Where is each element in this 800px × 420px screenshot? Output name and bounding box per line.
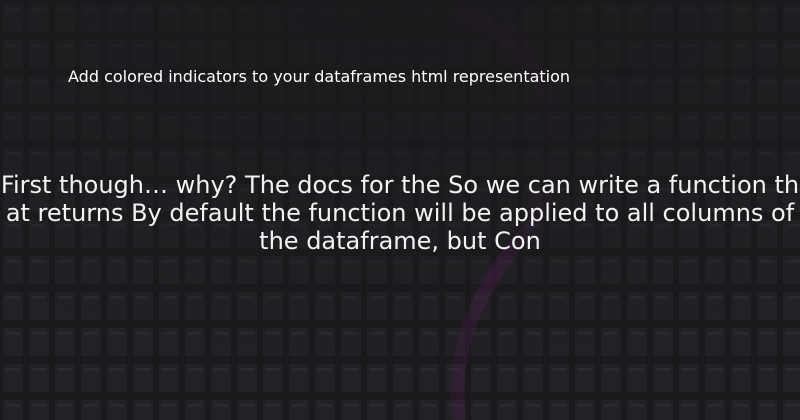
article-excerpt: First though… why? The docs for the So w… <box>0 171 800 255</box>
preview-card: Add colored indicators to your dataframe… <box>0 0 800 420</box>
article-title: Add colored indicators to your dataframe… <box>68 67 571 86</box>
